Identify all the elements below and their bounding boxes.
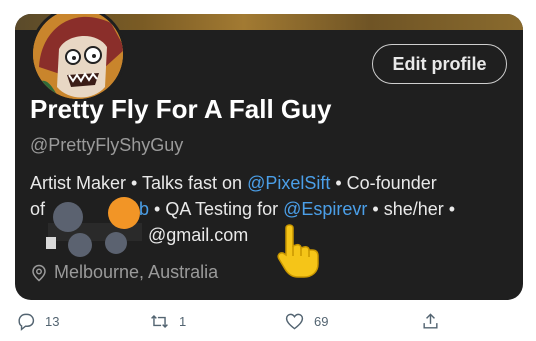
profile-handle: @PrettyFlyShyGuy	[30, 135, 184, 155]
like-button[interactable]: 69	[285, 312, 328, 331]
bio-text: • QA Testing for	[149, 199, 284, 219]
edit-profile-button[interactable]: Edit profile	[372, 44, 507, 84]
share-icon	[423, 313, 438, 329]
mention-link-espirevr[interactable]: @Espirevr	[283, 199, 367, 219]
avatar-illustration	[33, 14, 123, 99]
reply-count: 13	[45, 314, 60, 329]
avatar[interactable]	[30, 14, 126, 102]
retweet-count: 1	[179, 314, 187, 329]
reply-button[interactable]: 13	[16, 312, 59, 331]
like-count: 69	[314, 314, 329, 329]
share-button[interactable]	[421, 312, 450, 331]
bio-email-text: @gmail.com	[148, 225, 249, 245]
mention-link-pixelsift[interactable]: @PixelSift	[247, 173, 330, 193]
heart-icon	[285, 313, 304, 330]
bio-text: Maker • Talks fast on	[76, 173, 248, 193]
redaction-overlay	[46, 197, 142, 257]
bio-text: Artist	[30, 173, 77, 193]
pointing-hand-icon	[277, 224, 319, 278]
tweet-action-bar: 13 1 69	[0, 308, 536, 338]
reply-icon	[18, 313, 35, 331]
profile-display-name: Pretty Fly For A Fall Guy	[30, 94, 332, 124]
bio-text: • she/her •	[367, 199, 456, 219]
retweet-icon	[151, 314, 168, 329]
retweet-button[interactable]: 1	[150, 312, 186, 331]
bio-text: • Co-founder	[330, 173, 437, 193]
